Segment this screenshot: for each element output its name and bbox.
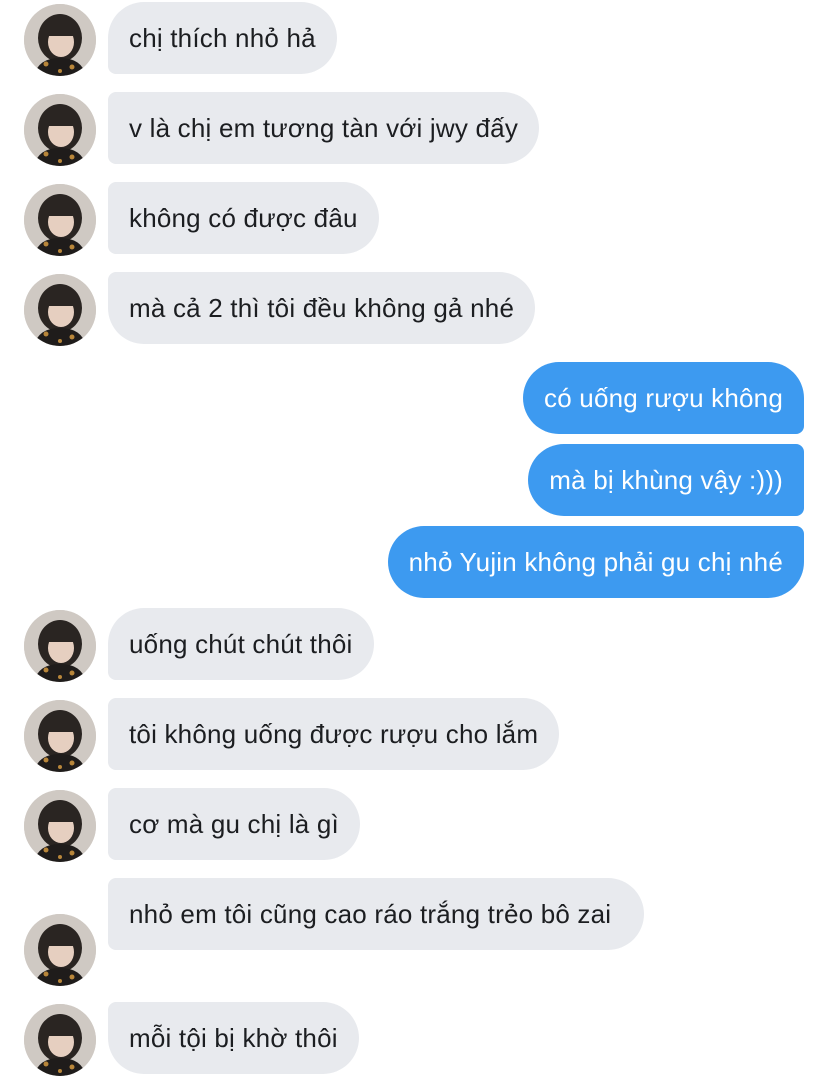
avatar-photo-icon (24, 4, 96, 76)
contact-avatar[interactable] (24, 94, 96, 166)
message-bubble[interactable]: không có được đâu (108, 182, 379, 254)
message-bubble[interactable]: tôi không uống được rượu cho lắm (108, 698, 560, 770)
avatar-photo-icon (24, 700, 96, 772)
avatar-photo-icon (24, 274, 96, 346)
message-bubble[interactable]: nhỏ Yujin không phải gu chị nhé (387, 526, 804, 598)
contact-avatar[interactable] (24, 700, 96, 772)
contact-avatar[interactable] (24, 610, 96, 682)
message-bubble[interactable]: cơ mà gu chị là gì (108, 788, 360, 860)
contact-avatar[interactable] (24, 1004, 96, 1076)
message-bubble[interactable]: mà cả 2 thì tôi đều không gả nhé (108, 272, 536, 344)
contact-avatar[interactable] (24, 274, 96, 346)
message-bubble[interactable]: v là chị em tương tàn với jwy đấy (108, 92, 540, 164)
contact-avatar[interactable] (24, 790, 96, 862)
avatar-photo-icon (24, 914, 96, 986)
message-bubble[interactable]: mỗi tội bị khờ thôi (108, 1002, 359, 1074)
contact-avatar[interactable] (24, 4, 96, 76)
message-bubble[interactable]: mà bị khùng vậy :))) (528, 444, 804, 516)
message-bubble[interactable]: uống chút chút thôi (108, 608, 374, 680)
message-bubble[interactable]: có uống rượu không (523, 362, 804, 434)
avatar-photo-icon (24, 94, 96, 166)
contact-avatar[interactable] (24, 914, 96, 986)
avatar-photo-icon (24, 1004, 96, 1076)
chat-thread: chị thích nhỏ hả v là chị em tương tàn v… (0, 0, 828, 1083)
avatar-photo-icon (24, 610, 96, 682)
contact-avatar[interactable] (24, 184, 96, 256)
avatar-photo-icon (24, 790, 96, 862)
message-bubble[interactable]: nhỏ em tôi cũng cao ráo trắng trẻo bô za… (108, 878, 644, 950)
avatar-photo-icon (24, 184, 96, 256)
message-bubble[interactable]: chị thích nhỏ hả (108, 2, 337, 74)
